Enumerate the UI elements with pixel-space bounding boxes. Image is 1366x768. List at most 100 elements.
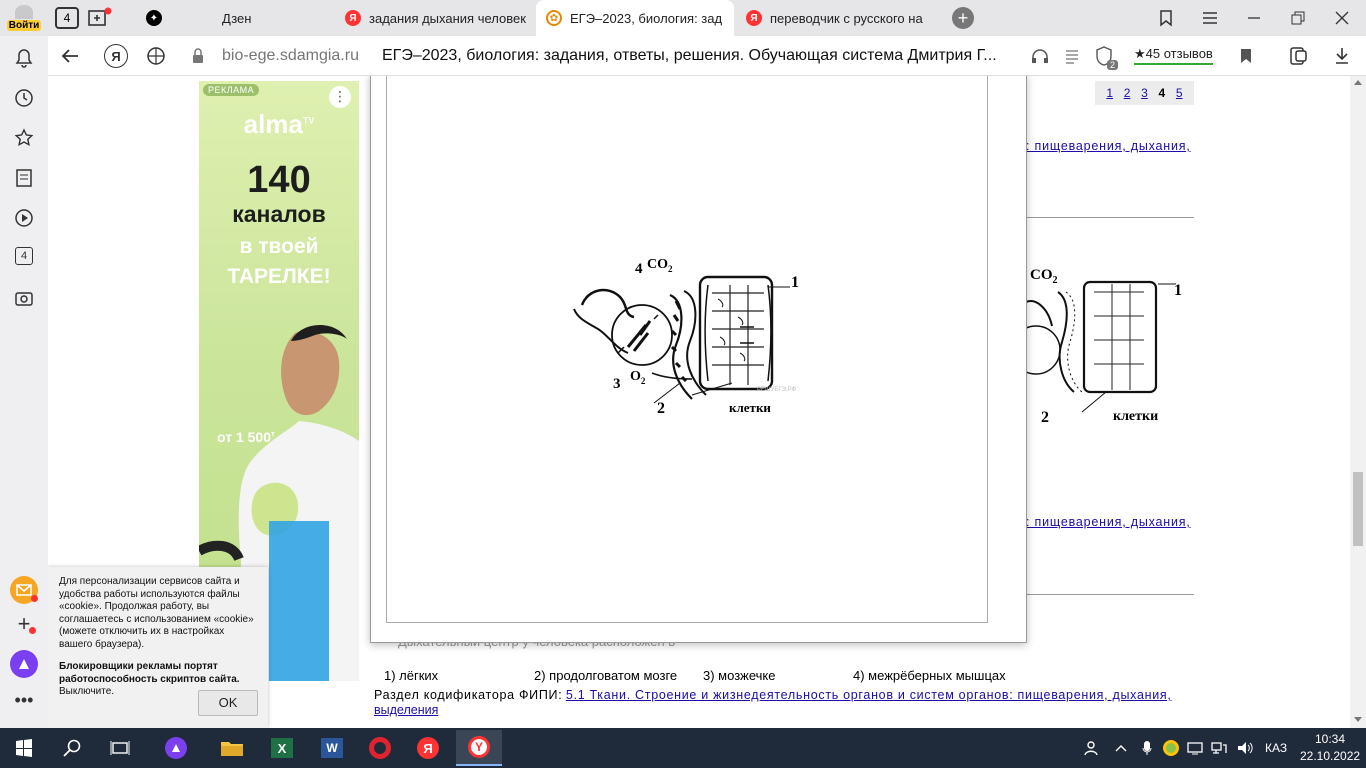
divider — [1026, 217, 1194, 218]
microphone-icon[interactable] — [1136, 734, 1158, 762]
diagram-cells-label: клетки — [729, 400, 771, 415]
yandex-browser-icon[interactable]: Y — [456, 730, 502, 766]
scroll-down-arrow-icon[interactable] — [1354, 717, 1362, 722]
add-panel-icon[interactable]: + — [12, 611, 36, 636]
file-explorer-icon[interactable] — [216, 734, 248, 762]
tab-dzen[interactable]: ✦ Дзен — [138, 0, 328, 36]
task-view-icon[interactable] — [104, 734, 136, 762]
tab-translator[interactable]: Я переводчик с русского на — [738, 0, 930, 36]
bookmark-icon[interactable] — [1236, 46, 1256, 66]
reviews-link[interactable]: ★45 отзывов — [1134, 46, 1213, 65]
close-icon[interactable] — [1332, 8, 1352, 28]
tab-ege-biology[interactable]: ✿ ЕГЭ–2023, биология: зад — [536, 0, 734, 36]
restore-icon[interactable] — [1288, 8, 1308, 28]
tray-chevron-up-icon[interactable] — [1110, 734, 1132, 762]
page-link-5[interactable]: 5 — [1176, 86, 1183, 100]
ad-options-icon[interactable]: ⋮ — [329, 86, 351, 108]
answer-option-3: 3) мозжечке — [703, 668, 776, 683]
image-popup: 4 CO2 1 3 O2 2 клетки РЕШУЕГЭ.РФ — [370, 76, 1027, 643]
alice-taskbar-icon[interactable] — [160, 734, 192, 762]
codifier-link-middle[interactable]: : пищеварения, дыхания, — [1026, 515, 1191, 529]
page-link-1[interactable]: 1 — [1106, 86, 1113, 100]
video-play-icon[interactable] — [12, 206, 36, 230]
tray-display-icon[interactable] — [1184, 734, 1206, 762]
people-icon[interactable] — [1076, 734, 1108, 762]
windows-start-icon[interactable] — [8, 734, 40, 762]
back-arrow-icon[interactable] — [60, 46, 80, 66]
login-button[interactable]: Войти — [6, 3, 42, 33]
page-link-2[interactable]: 2 — [1124, 86, 1131, 100]
ad-label: РЕКЛАМА — [203, 84, 260, 96]
tabs-badge-icon[interactable]: 4 — [12, 244, 36, 268]
cookie-notice: Для персонализации сервисов сайта и удоб… — [48, 567, 268, 728]
clock-date[interactable]: 22.10.2022 — [1300, 749, 1360, 763]
codifier-link-2[interactable]: выделения — [374, 703, 438, 717]
scroll-up-arrow-icon[interactable] — [1354, 80, 1362, 85]
tabs-count-button[interactable]: 4 — [55, 7, 79, 29]
windows-taskbar: X W Я Y КАЗ 10:34 22.10.2022 — [0, 728, 1366, 768]
excel-icon[interactable]: X — [266, 734, 298, 762]
dzen-icon: ✦ — [146, 10, 162, 26]
url-domain[interactable]: bio-ege.sdamgia.ru — [222, 47, 359, 65]
search-icon[interactable] — [56, 734, 88, 762]
vertical-scrollbar[interactable] — [1350, 76, 1366, 728]
scroll-thumb[interactable] — [1353, 472, 1363, 546]
input-language[interactable]: КАЗ — [1265, 741, 1287, 755]
cookie-ok-button[interactable]: OK — [198, 690, 258, 716]
clock-time[interactable]: 10:34 — [1315, 732, 1345, 746]
notes-icon[interactable] — [12, 166, 36, 190]
add-badge-icon — [29, 627, 36, 634]
screenshot-camera-icon[interactable] — [12, 286, 36, 310]
volume-icon[interactable] — [1234, 734, 1256, 762]
ad-headline-number: 140 — [247, 159, 311, 201]
headphones-icon[interactable] — [1030, 46, 1050, 66]
yandex-logo-icon[interactable]: Я — [104, 44, 128, 68]
bg-label-2: 2 — [1041, 409, 1049, 426]
history-icon[interactable] — [12, 86, 36, 110]
tray-app-icon[interactable] — [1160, 734, 1182, 762]
pagination: 1 2 3 4 5 — [1095, 81, 1194, 105]
address-toolbar: Я bio-ege.sdamgia.ru ЕГЭ–2023, биология:… — [48, 36, 1366, 76]
network-icon[interactable] — [1208, 734, 1230, 762]
url-page-title[interactable]: ЕГЭ–2023, биология: задания, ответы, реш… — [382, 47, 997, 65]
lock-icon[interactable] — [190, 47, 206, 65]
diagram-label-1: 1 — [791, 274, 799, 291]
codifier-link-top[interactable]: : пищеварения, дыхания, — [1026, 139, 1191, 153]
cookie-text: Для персонализации сервисов сайта и удоб… — [59, 576, 254, 650]
bg-cells-label: клетки — [1113, 409, 1159, 424]
yandex-icon: Я — [746, 10, 762, 26]
page-link-3[interactable]: 3 — [1141, 86, 1148, 100]
new-tab-button[interactable]: + — [952, 7, 974, 29]
opera-icon[interactable] — [364, 734, 396, 762]
diagram-o2-label: O2 — [630, 369, 646, 386]
protect-shield-icon[interactable]: 2 — [1092, 44, 1118, 70]
bookmarks-star-icon[interactable] — [12, 126, 36, 150]
codifier-line: Раздел кодификатора ФИПИ: 5.1 Ткани. Стр… — [374, 688, 1172, 702]
menu-icon[interactable] — [1200, 8, 1220, 28]
notifications-icon[interactable] — [12, 46, 36, 70]
word-icon[interactable]: W — [316, 734, 348, 762]
diagram-co2-label: CO2 — [647, 257, 673, 274]
page-content: РЕКЛАМА ⋮ almaTV 140 каналов в твоей ТАР… — [48, 76, 1350, 728]
codifier-link[interactable]: 5.1 Ткани. Строение и жизнедеятельность … — [566, 688, 1172, 702]
diagram-label-3: 3 — [613, 376, 621, 392]
tab-bar: Войти 4 ✦ Дзен Я задания дыхания человек… — [0, 0, 1366, 36]
more-icon[interactable]: ••• — [12, 691, 36, 712]
alice-icon[interactable] — [10, 650, 38, 678]
mail-icon[interactable] — [10, 576, 38, 604]
yandex-app-icon[interactable]: Я — [412, 734, 444, 762]
protect-icon[interactable] — [144, 44, 168, 68]
reader-mode-icon[interactable] — [1062, 46, 1082, 66]
download-icon[interactable] — [1332, 46, 1352, 66]
answer-option-2: 2) продолговатом мозге — [534, 668, 678, 683]
tab-breathing-tasks[interactable]: Я задания дыхания человек — [337, 0, 527, 36]
avatar-icon — [15, 5, 33, 19]
minimize-icon[interactable] — [1244, 8, 1264, 28]
new-tab-group-icon[interactable] — [88, 7, 112, 29]
collections-icon[interactable] — [1156, 8, 1176, 28]
diagram-label-2: 2 — [657, 400, 665, 417]
divider-2 — [1026, 594, 1194, 595]
collections-save-icon[interactable] — [1288, 45, 1310, 67]
answer-option-1: 1) лёгких — [384, 668, 439, 683]
sdamgia-icon: ✿ — [546, 10, 562, 26]
